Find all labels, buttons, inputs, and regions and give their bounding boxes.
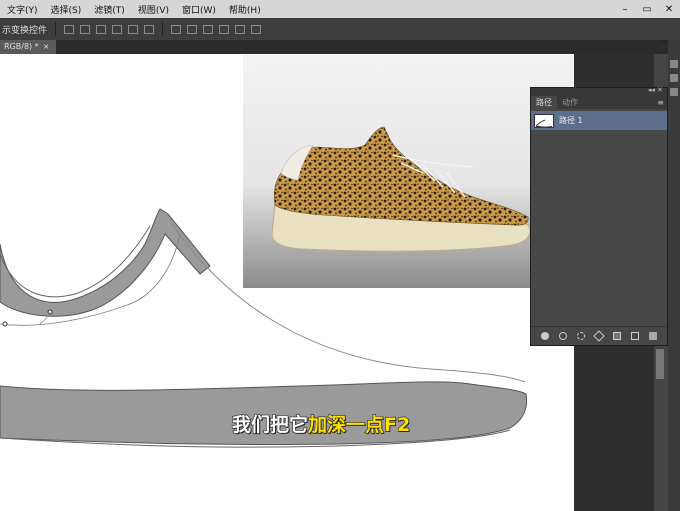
fill-path-icon[interactable] [541,332,549,340]
document-tab[interactable]: RGB/8) * × [0,40,56,54]
panel-footer [531,326,667,345]
video-subtitle: 我们把它加深一点F2 [231,410,411,437]
shoe-collar-shape [0,208,211,317]
panel-header-strip: ◂◂ ✕ [531,86,667,96]
panel-icon[interactable] [670,74,678,82]
panel-menu-icon[interactable]: ≡ [657,96,667,109]
subtitle-white-text: 我们把它 [231,413,309,436]
tab-paths[interactable]: 路径 [531,96,557,109]
window-controls: – ▭ ✕ [614,0,680,18]
path-anchor-point[interactable] [2,321,8,327]
document-tab-label: RGB/8) * [4,42,39,51]
scrollbar-thumb[interactable] [656,349,664,379]
align-bottom-icon[interactable] [96,24,107,34]
tab-actions[interactable]: 动作 [557,96,583,109]
distribute-left-icon[interactable] [219,24,230,34]
panel-icon[interactable] [670,60,678,68]
path-name: 路径 1 [559,116,583,125]
stroke-path-icon[interactable] [559,332,567,340]
align-vcenter-icon[interactable] [80,24,91,34]
align-hcenter-icon[interactable] [128,24,139,34]
menu-bar: 文字(Y) 选择(S) 滤镜(T) 视图(V) 窗口(W) 帮助(H) – ▭ … [0,0,680,18]
menu-item-help[interactable]: 帮助(H) [229,3,261,16]
distribute-hcenter-icon[interactable] [235,24,246,34]
maximize-button[interactable]: ▭ [636,0,658,18]
collapsed-panel-icons [670,60,680,102]
menu-item-view[interactable]: 视图(V) [138,3,169,16]
panel-icon[interactable] [670,88,678,96]
delete-path-icon[interactable] [649,332,657,340]
make-work-path-icon[interactable] [593,330,605,342]
paths-panel: ◂◂ ✕ 路径 动作 ≡ 路径 1 [530,86,668,346]
menu-item-window[interactable]: 窗口(W) [182,3,216,16]
distribute-vcenter-icon[interactable] [187,24,198,34]
options-divider [55,22,57,36]
add-mask-icon[interactable] [613,332,621,340]
load-as-selection-icon[interactable] [577,332,585,340]
path-thumbnail [534,113,554,128]
menu-item-filter[interactable]: 滤镜(T) [94,3,125,16]
align-left-icon[interactable] [112,24,123,34]
distribute-bottom-icon[interactable] [203,24,214,34]
new-path-icon[interactable] [631,332,639,340]
minimize-button[interactable]: – [614,0,636,18]
distribute-top-icon[interactable] [171,24,182,34]
path-list-item[interactable]: 路径 1 [531,111,667,130]
align-right-icon[interactable] [144,24,155,34]
menu-item-type[interactable]: 文字(Y) [7,3,38,16]
options-divider [162,22,164,36]
document-tab-bar: RGB/8) * × [0,40,660,54]
align-top-icon[interactable] [64,24,75,34]
menu-item-select[interactable]: 选择(S) [51,3,82,16]
toolbar-edge [668,40,680,511]
close-window-button[interactable]: ✕ [658,0,680,18]
close-tab-icon[interactable]: × [43,42,50,51]
subtitle-yellow-text: 加深一点F2 [307,413,411,436]
panel-collapse-close-icon[interactable]: ◂◂ ✕ [648,86,663,94]
show-transform-controls-label[interactable]: 示变换控件 [2,23,47,36]
reference-shoe-photo [243,55,574,288]
options-bar: 示变换控件 [0,18,680,41]
distribute-right-icon[interactable] [251,24,262,34]
panel-tabs: 路径 动作 ≡ [531,96,667,109]
